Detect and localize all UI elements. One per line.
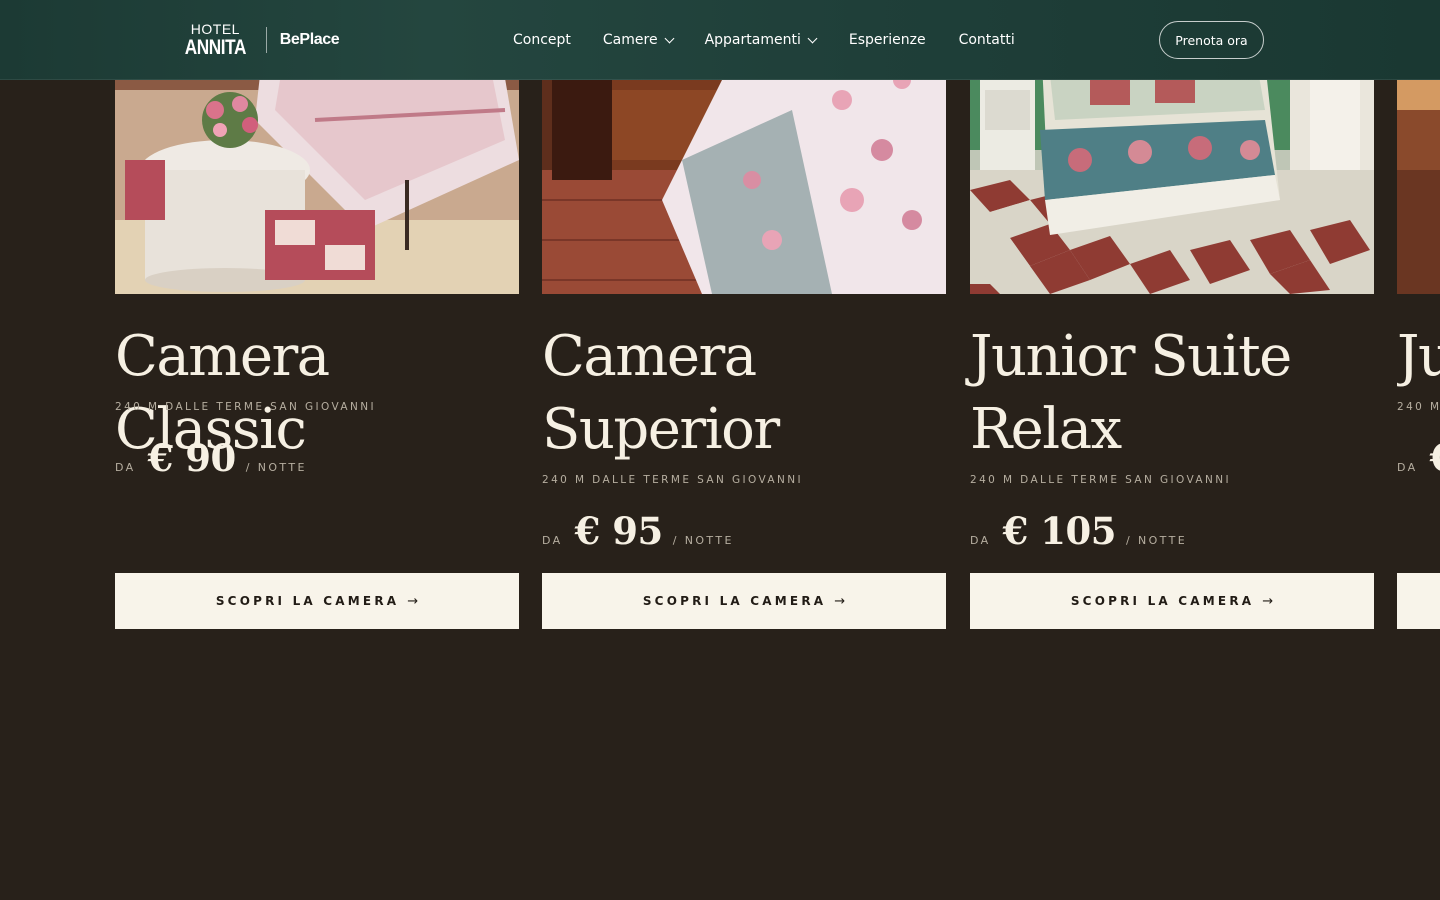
logo-annita-text: ANNITA (184, 36, 247, 59)
discover-room-button[interactable] (1397, 573, 1440, 629)
arrow-right-icon: → (1262, 593, 1274, 609)
beplace-logo: BePlace (279, 31, 340, 48)
discover-room-label: SCOPRI LA CAMERA (1070, 594, 1255, 608)
site-logo[interactable]: HOTEL ANNITA BePlace (178, 20, 340, 60)
price-suffix: / NOTTE (1125, 534, 1188, 547)
discover-room-label: SCOPRI LA CAMERA (215, 594, 400, 608)
chevron-down-icon (807, 33, 818, 43)
price-prefix: DA (115, 461, 136, 474)
room-title: Ju (1397, 324, 1440, 389)
room-title: Camera Superior (542, 324, 780, 462)
price-amount: € 105 (1002, 509, 1117, 553)
chevron-down-icon (664, 33, 675, 43)
room-price: DA € (1397, 436, 1440, 480)
room-distance: 240 M DALLE TERME SAN GIOVANNI (542, 474, 803, 486)
room-price: DA € 105 / NOTTE (970, 509, 1187, 553)
room-price: DA € 90 / NOTTE (115, 436, 307, 480)
room-price: DA € 95 / NOTTE (542, 509, 734, 553)
price-amount: € (1430, 436, 1440, 480)
nav-camere[interactable]: Camere (602, 32, 675, 48)
nav-camere-label: Camere (602, 32, 658, 48)
room-distance: 240 M DALLE TERME SAN GIOVANNI (115, 401, 376, 413)
nav-contatti[interactable]: Contatti (959, 32, 1015, 48)
nav-contatti-label: Contatti (958, 32, 1015, 48)
nav-appartamenti[interactable]: Appartamenti (704, 32, 818, 48)
arrow-right-icon: → (407, 593, 419, 609)
price-suffix: / NOTTE (672, 534, 734, 547)
price-amount: € 95 (574, 509, 664, 553)
nav-concept-label: Concept (513, 32, 571, 48)
price-prefix: DA (970, 534, 991, 547)
room-card-partial: Ju 240 M DA € (1397, 0, 1440, 900)
discover-room-label: SCOPRI LA CAMERA (642, 594, 827, 608)
price-suffix: / NOTTE (245, 461, 307, 474)
nav-concept[interactable]: Concept (513, 32, 571, 48)
nav-esperienze[interactable]: Esperienze (849, 32, 926, 48)
room-distance: 240 M (1397, 401, 1440, 413)
room-distance: 240 M DALLE TERME SAN GIOVANNI (970, 474, 1231, 486)
nav-appartamenti-label: Appartamenti (704, 32, 801, 48)
room-title: Junior Suite Relax (970, 324, 1292, 462)
hotel-annita-logo: HOTEL ANNITA (178, 22, 253, 58)
arrow-right-icon: → (834, 593, 846, 609)
discover-room-button[interactable]: SCOPRI LA CAMERA → (115, 573, 519, 629)
site-header: HOTEL ANNITA BePlace Concept Camere Appa… (0, 0, 1440, 80)
logo-divider (265, 27, 267, 53)
discover-room-button[interactable]: SCOPRI LA CAMERA → (542, 573, 946, 629)
price-prefix: DA (542, 534, 563, 547)
logo-hotel-text: HOTEL (190, 21, 240, 37)
book-now-button[interactable]: Prenota ora (1159, 21, 1264, 59)
discover-room-button[interactable]: SCOPRI LA CAMERA → (970, 573, 1374, 629)
nav-esperienze-label: Esperienze (848, 32, 926, 48)
main-nav: Concept Camere Appartamenti Esperienze C… (513, 30, 1015, 50)
price-prefix: DA (1397, 461, 1418, 474)
price-amount: € 90 (147, 436, 237, 480)
